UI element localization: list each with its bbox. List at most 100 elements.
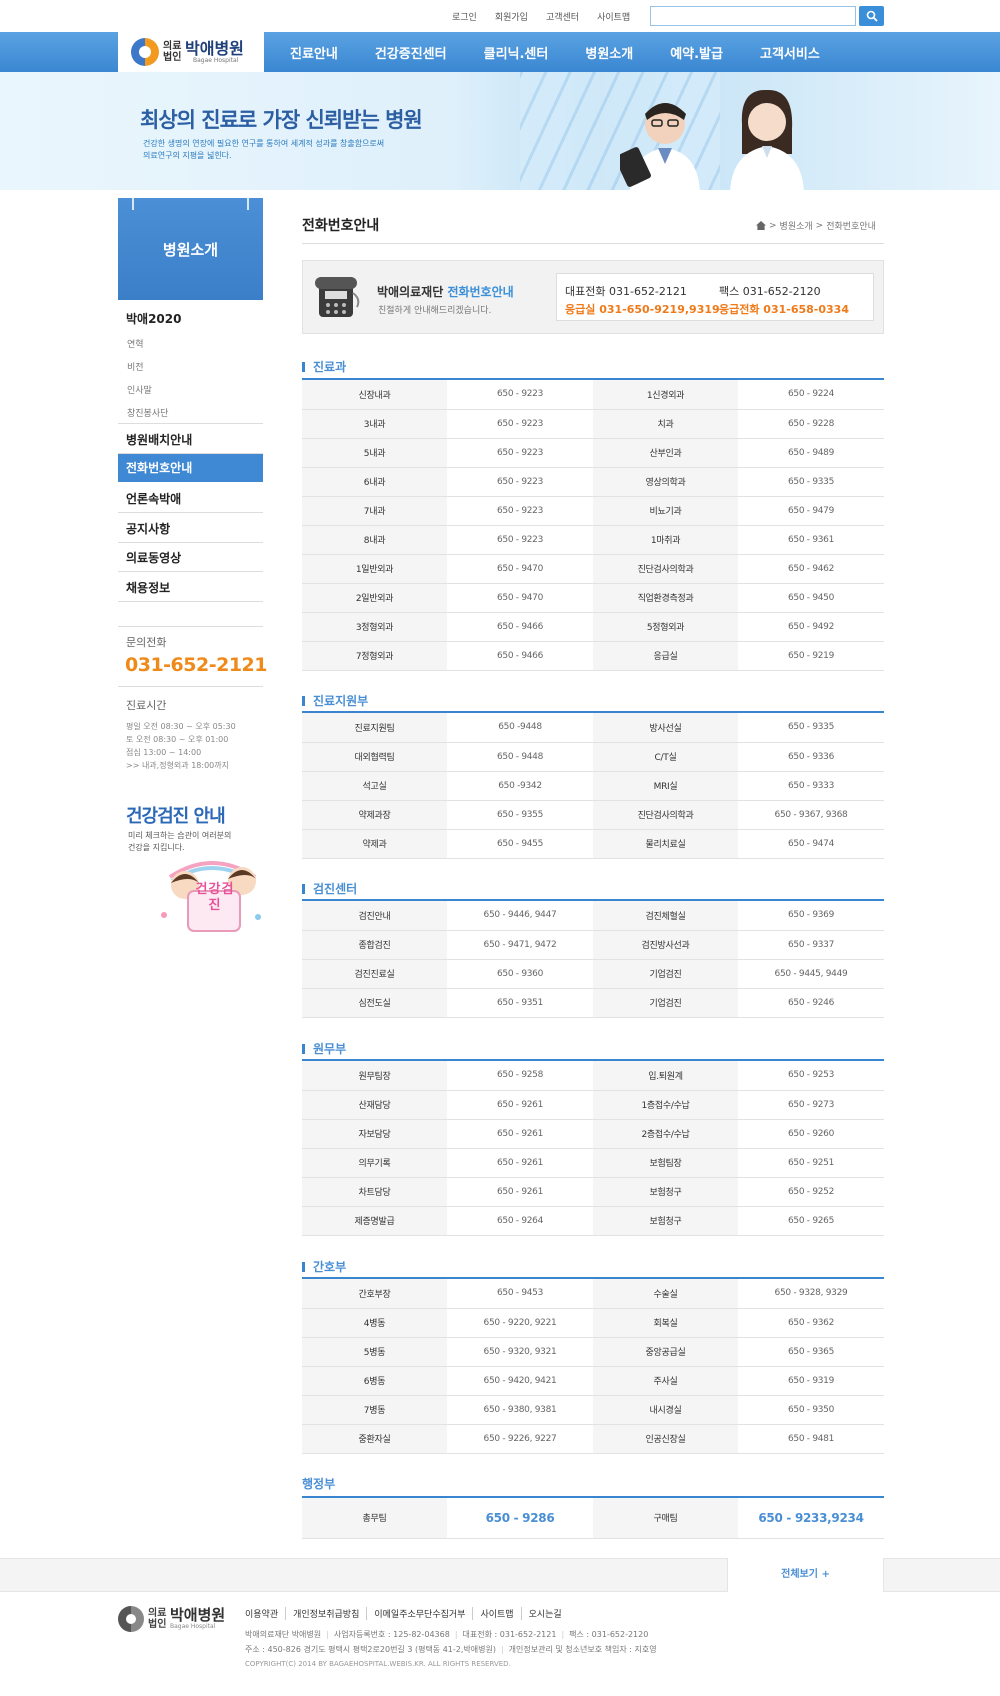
dept-phone: 650 - 9362 (738, 1308, 884, 1338)
menu-clinic[interactable]: 클리닉.센터 (484, 43, 549, 62)
table-row: 1일반외과 650 - 9470 진단검사의학과 650 - 9462 (302, 554, 884, 584)
menu-reservation[interactable]: 예약.발급 (670, 43, 723, 62)
sidebar-sub-volunteer[interactable]: 창진봉사단 (118, 406, 263, 419)
dept-name: 내시경실 (593, 1395, 738, 1425)
table-row: 7내과 650 - 9223 비뇨기과 650 - 9479 (302, 496, 884, 526)
footer-logo-name: 박애병원 (170, 1606, 226, 1624)
dept-phone: 650 - 9446, 9447 (447, 901, 593, 931)
checkup-banner-sub1: 미리 체크하는 습관이 여러분의 (128, 831, 232, 840)
dept-phone: 650 - 9261 (447, 1090, 593, 1120)
dept-name: C/T실 (593, 742, 738, 772)
home-icon[interactable] (756, 221, 766, 230)
dept-phone: 650 - 9223 (447, 467, 593, 497)
info-heading: 박애의료재단 전화번호안내 (377, 283, 514, 300)
dept-name: 7내과 (302, 496, 447, 526)
table-row: 약제과장 650 - 9355 진단검사의학과 650 - 9367, 9368 (302, 800, 884, 830)
footer-link-terms[interactable]: 이용약관 (245, 1607, 285, 1620)
dept-name: 차트담당 (302, 1177, 447, 1207)
dept-phone: 650 - 9453 (447, 1279, 593, 1309)
dept-phone: 650 - 9261 (447, 1177, 593, 1207)
menu-treatment[interactable]: 진료안내 (290, 43, 338, 62)
checkup-banner-title[interactable]: 건강검진 안내 (126, 802, 226, 828)
inquiry-call-label: 문의전화 (126, 636, 167, 649)
login-link[interactable]: 로그인 (452, 10, 477, 23)
checkup-banner-sub2: 건강을 지킵니다. (128, 843, 185, 852)
dept-name: 검진체혈실 (593, 901, 738, 931)
sidebar-sub-history[interactable]: 연혁 (118, 337, 263, 350)
breadcrumb-item[interactable]: 병원소개 (780, 219, 813, 232)
dept-name: 인공신장실 (593, 1424, 738, 1454)
customer-center-link[interactable]: 고객센터 (546, 10, 579, 23)
sidebar-item-bagae2020[interactable]: 박애2020 (118, 310, 263, 327)
info-heading-highlight: 전화번호안내 (447, 285, 514, 299)
dept-phone: 650 - 9337 (738, 930, 884, 960)
dept-name: 보험청구 (593, 1177, 738, 1207)
dept-phone: 650 - 9319 (738, 1366, 884, 1396)
footer-logo-english: Bagae Hospital (170, 1623, 216, 1630)
hospital-logo[interactable]: 의료 법인 박애병원 Bagae Hospital (118, 32, 264, 72)
doctor-image (620, 103, 700, 190)
sidebar-divider (118, 686, 263, 687)
footer-link-email-policy[interactable]: 이메일주소무단수집거부 (366, 1607, 472, 1620)
phone-table: 신장내과 650 - 9223 1신경외과 650 - 9224 3내과 650 - 92… (302, 380, 884, 671)
footer-link-privacy[interactable]: 개인정보취급방침 (285, 1607, 366, 1620)
dept-phone: 650 - 9223 (447, 409, 593, 439)
sidebar-sub-vision[interactable]: 비전 (118, 360, 263, 373)
dept-phone: 650 - 9260 (738, 1119, 884, 1149)
sitemap-link[interactable]: 사이트맵 (597, 10, 630, 23)
dept-name: 직업환경측정과 (593, 583, 738, 613)
dept-phone: 650 - 9251 (738, 1148, 884, 1178)
sidebar-item-press[interactable]: 언론속박애 (118, 490, 263, 507)
dept-name: 기업검진 (593, 959, 738, 989)
dept-name: 응급실 (593, 641, 738, 671)
table-row: 대외협력팀 650 - 9448 C/T실 650 - 9336 (302, 742, 884, 772)
phone-info-box: 박애의료재단 전화번호안내 친절하게 안내해드리겠습니다. 대표전화 031-6… (302, 260, 884, 334)
dept-name: 3내과 (302, 409, 447, 439)
sidebar-item-recruit[interactable]: 채용정보 (118, 579, 263, 596)
dept-name: 산재담당 (302, 1090, 447, 1120)
footer-link-directions[interactable]: 오시는길 (520, 1607, 569, 1620)
dept-name: 석고실 (302, 771, 447, 801)
dept-phone: 650 - 9470 (447, 554, 593, 584)
table-row: 진료지원팀 650 -9448 방사선실 650 - 9335 (302, 713, 884, 743)
dept-name: 2층접수/수납 (593, 1119, 738, 1149)
dept-phone: 650 - 9328, 9329 (738, 1279, 884, 1309)
dept-name: 기업검진 (593, 988, 738, 1018)
dept-name: 중앙공급실 (593, 1337, 738, 1367)
breadcrumb-item[interactable]: 전화번호안내 (826, 219, 876, 232)
main-menu: 진료안내 건강증진센터 클리닉.센터 병원소개 예약.발급 고객서비스 (290, 32, 857, 72)
sidebar-item-video[interactable]: 의료동영상 (118, 549, 263, 566)
inquiry-call-number: 031-652-2121 (125, 654, 267, 676)
dept-phone: 650 - 9273 (738, 1090, 884, 1120)
dept-phone: 650 - 9367, 9368 (738, 800, 884, 830)
dept-name: 주사실 (593, 1366, 738, 1396)
menu-health-center[interactable]: 건강증진센터 (375, 43, 447, 62)
phone-table: 진료지원팀 650 -9448 방사선실 650 - 9335 대외협력팀 650 - 9… (302, 713, 884, 859)
menu-about[interactable]: 병원소개 (585, 43, 633, 62)
table-row: 차트담당 650 - 9261 보험청구 650 - 9252 (302, 1177, 884, 1207)
sidebar-item-notice[interactable]: 공지사항 (118, 520, 263, 537)
sidebar-item-phone[interactable]: 전화번호안내 (118, 454, 263, 482)
dept-phone: 650 - 9226, 9227 (447, 1424, 593, 1454)
footer-info-line2: 주소 : 450-826 경기도 평택시 평택2로20번길 3 (평택동 41-… (245, 1645, 657, 1654)
sidebar-sub-greeting[interactable]: 인사말 (118, 383, 263, 396)
dept-name: 심전도실 (302, 988, 447, 1018)
hours-lunch: 점심 13:00 ~ 14:00 (126, 748, 202, 757)
join-link[interactable]: 회원가입 (495, 10, 528, 23)
menu-customer[interactable]: 고객서비스 (760, 43, 820, 62)
dept-phone: 650 - 9333 (738, 771, 884, 801)
footer-link-sitemap[interactable]: 사이트맵 (472, 1607, 520, 1620)
main-numbers-box: 대표전화 031-652-2121 팩스 031-652-2120 응급실 03… (556, 273, 874, 321)
dept-phone: 650 - 9360 (447, 959, 593, 989)
sidebar-divider (118, 542, 263, 543)
dept-name: 입.퇴원계 (593, 1061, 738, 1091)
title-divider (302, 243, 884, 244)
view-all-button[interactable]: 전체보기 + (727, 1558, 884, 1592)
footer-logo-mark-icon (118, 1606, 144, 1632)
sidebar-item-layout[interactable]: 병원배치안내 (118, 431, 263, 448)
dept-phone: 650 - 9471, 9472 (447, 930, 593, 960)
table-row: 심전도실 650 - 9351 기업검진 650 - 9246 (302, 988, 884, 1018)
search-input[interactable] (650, 6, 856, 26)
search-button[interactable] (859, 6, 884, 26)
hero-banner: 최상의 진료로 가장 신뢰받는 병원 건강한 생명의 연장에 필요한 연구를 통… (0, 72, 1000, 190)
